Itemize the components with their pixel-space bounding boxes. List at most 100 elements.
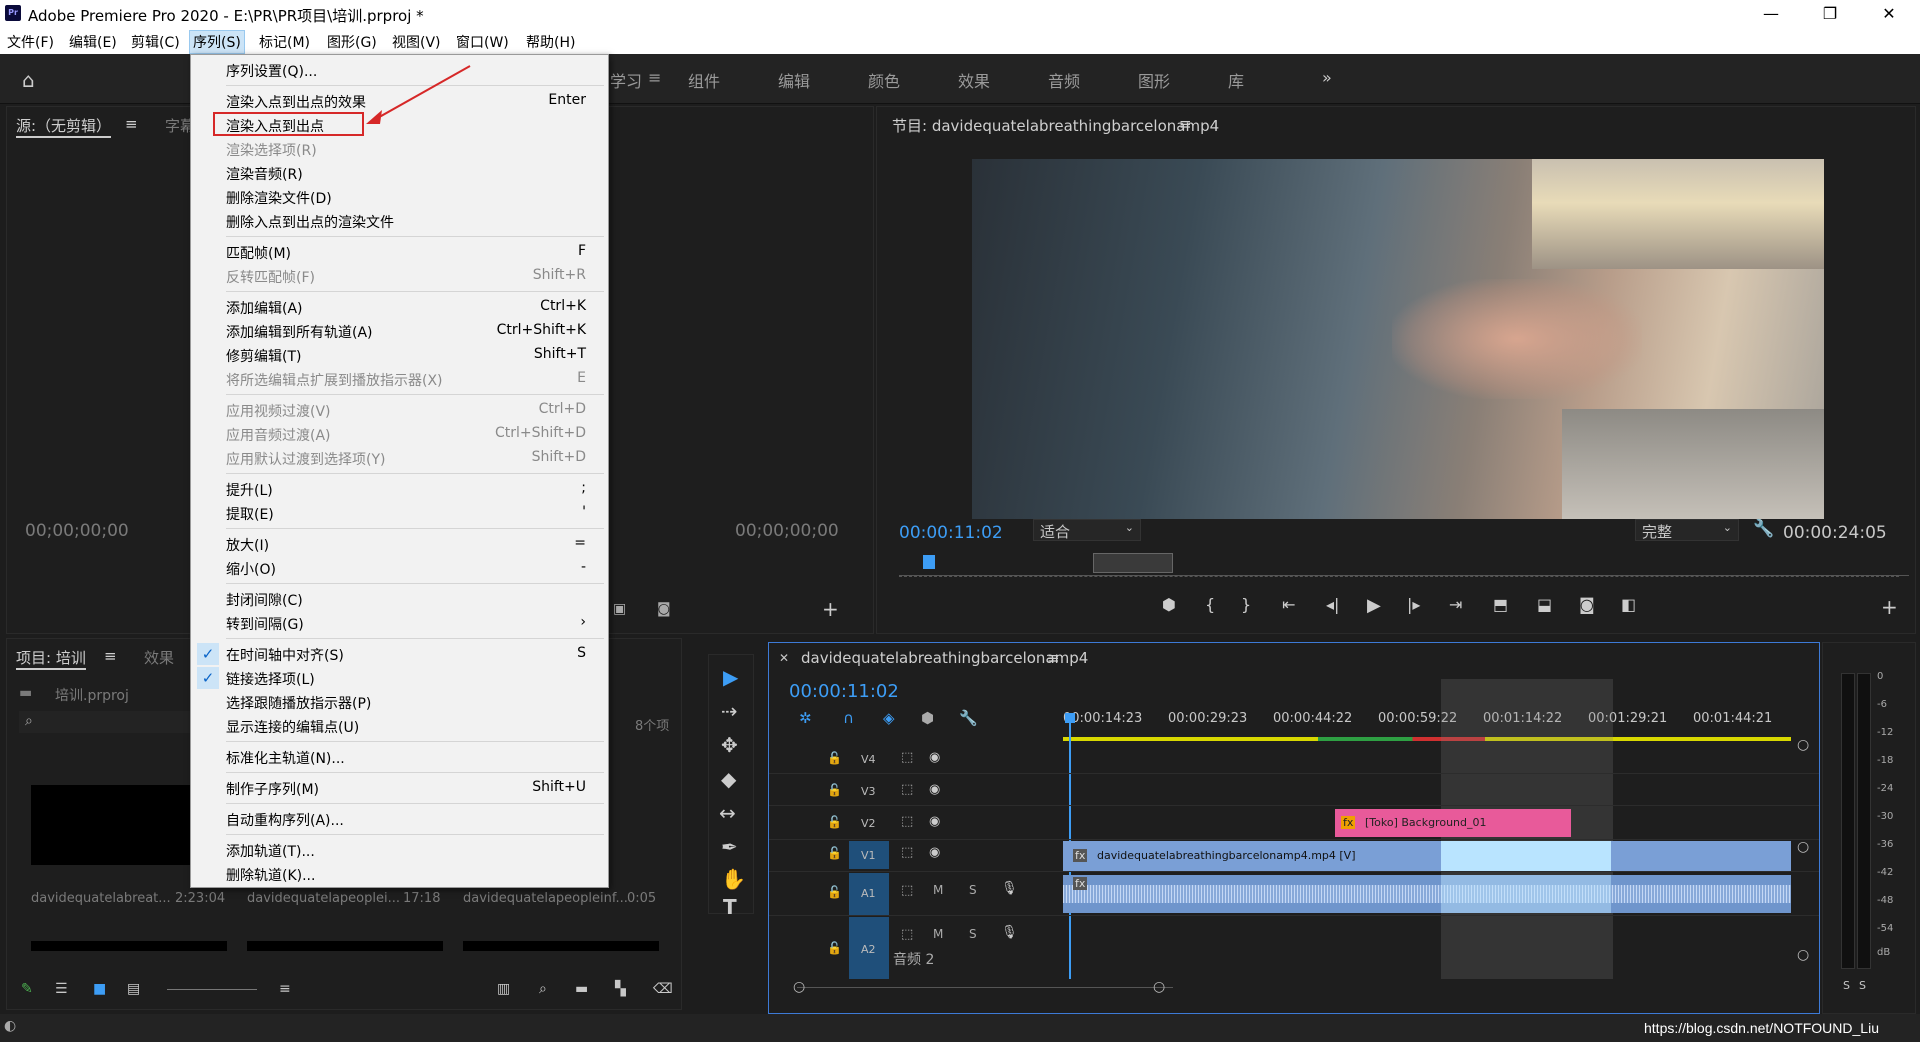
type-tool-icon[interactable]: T (723, 895, 737, 919)
project-search-input[interactable]: ⌕ (19, 711, 199, 733)
timeline-horizontal-scrollbar[interactable] (797, 987, 1173, 988)
new-bin-icon[interactable]: ▬ (575, 981, 588, 997)
clip-thumbnail[interactable] (463, 941, 659, 951)
step-forward-icon[interactable]: |▸ (1407, 595, 1420, 614)
menu-marker[interactable]: 标记(M) (259, 32, 310, 52)
track-label-v3[interactable]: V3 (861, 785, 876, 798)
maximize-button[interactable]: ❐ (1805, 0, 1855, 28)
timeline-current-timecode[interactable]: 00:00:11:02 (789, 681, 899, 702)
track-label-v1[interactable]: V1 (861, 849, 876, 862)
project-tab[interactable]: 项目: 培训 (16, 647, 86, 670)
clip-v1-video[interactable]: fx davidequatelabreathingbarcelonamp4.mp… (1063, 841, 1791, 871)
lock-icon[interactable]: 🔓 (827, 815, 842, 829)
program-current-timecode[interactable]: 00:00:11:02 (899, 523, 1003, 543)
program-tab[interactable]: 节目: davidequatelabreathingbarcelonamp4 (892, 115, 1219, 136)
clip-a1-audio[interactable]: fx (1063, 875, 1791, 913)
timeline-ruler[interactable]: 00:00:14:23 00:00:29:23 00:00:44:22 00:0… (1063, 693, 1803, 741)
zoom-scrollbar[interactable] (899, 575, 1909, 576)
lock-icon[interactable]: 🔓 (827, 941, 842, 955)
solo-button[interactable]: S (969, 883, 977, 897)
source-tab[interactable]: 源:（无剪辑） (16, 115, 112, 138)
playhead-handle[interactable] (1065, 713, 1075, 723)
clip-name[interactable]: davidequatelapeoplei... (247, 891, 400, 906)
close-button[interactable]: ✕ (1864, 0, 1914, 28)
track-name-a2[interactable]: 音频 2 (893, 949, 934, 969)
eye-icon[interactable]: ◉ (929, 782, 940, 797)
more-workspaces-icon[interactable]: » (1322, 68, 1332, 87)
sequence-menu-item[interactable]: 提升(L); (191, 477, 608, 501)
add-marker-icon[interactable]: ⬢ (921, 709, 934, 727)
close-tab-icon[interactable]: ✕ (779, 651, 789, 665)
extract-icon[interactable]: ⬓ (1537, 595, 1552, 614)
track-select-tool-icon[interactable]: ⇢ (721, 699, 738, 723)
clip-thumbnail[interactable] (247, 941, 443, 951)
sequence-menu-item[interactable]: 自动重构序列(A)... (191, 807, 608, 831)
timeline-settings-icon[interactable]: 🔧 (959, 709, 978, 727)
lock-icon[interactable]: 🔓 (827, 846, 842, 860)
slip-tool-icon[interactable]: ↔ (719, 801, 736, 825)
trash-icon[interactable]: ⌫ (653, 981, 673, 997)
workspace-audio[interactable]: 音频 (1048, 68, 1080, 92)
menu-help[interactable]: 帮助(H) (526, 32, 575, 52)
sequence-menu-item[interactable]: 显示连接的编辑点(U) (191, 714, 608, 738)
microphone-icon[interactable]: 🎙 (1001, 925, 1018, 940)
zoom-slider[interactable] (167, 989, 257, 990)
linked-selection-icon[interactable]: ◈ (883, 709, 895, 727)
export-frame-icon[interactable]: ◙ (657, 601, 671, 617)
go-to-out-icon[interactable]: ⇥ (1449, 595, 1462, 614)
sequence-menu-item[interactable]: 制作子序列(M) Shift+U (191, 776, 608, 800)
go-to-in-icon[interactable]: ⇤ (1282, 595, 1295, 614)
razor-tool-icon[interactable]: ◆ (721, 767, 736, 791)
sync-lock-icon[interactable]: ⬚ (901, 782, 913, 797)
track-label-v4[interactable]: V4 (861, 753, 876, 766)
mute-button[interactable]: M (933, 883, 943, 897)
menu-file[interactable]: 文件(F) (7, 32, 54, 52)
scroll-handle-icon[interactable]: ○ (1797, 839, 1809, 855)
mute-button[interactable]: M (933, 927, 943, 941)
scroll-handle-icon[interactable]: ○ (1797, 947, 1809, 963)
comparison-view-icon[interactable]: ◧ (1621, 595, 1636, 614)
menu-view[interactable]: 视图(V) (392, 32, 441, 52)
list-view-icon[interactable]: ☰ (55, 981, 68, 997)
minimize-button[interactable]: — (1746, 0, 1796, 28)
menu-window[interactable]: 窗口(W) (456, 32, 509, 52)
source-add-button-icon[interactable]: + (822, 597, 839, 621)
eye-icon[interactable]: ◉ (929, 845, 940, 860)
sequence-menu-item[interactable]: 转到间隔(G) › (191, 611, 608, 635)
sequence-menu-item[interactable]: 删除轨道(K)... (191, 862, 608, 886)
overwrite-icon[interactable]: ▣ (613, 601, 626, 617)
solo-right-button[interactable]: S (1859, 979, 1866, 992)
new-item-icon[interactable]: ▚ (615, 981, 626, 997)
eye-icon[interactable]: ◉ (929, 750, 940, 765)
clip-name[interactable]: davidequatelapeopleinf... (463, 891, 628, 906)
sequence-menu-item[interactable]: 缩小(O) - (191, 556, 608, 580)
workspace-effects[interactable]: 效果 (958, 68, 990, 92)
sequence-menu-item[interactable]: 提取(E) ' (191, 501, 608, 525)
sequence-menu-item[interactable]: 修剪编辑(T) Shift+T (191, 343, 608, 367)
ripple-edit-tool-icon[interactable]: ✥ (721, 733, 738, 757)
clip-thumbnail[interactable] (31, 785, 191, 865)
workspace-color[interactable]: 颜色 (868, 68, 900, 92)
play-icon[interactable]: ▶ (1367, 595, 1381, 616)
sequence-menu-item[interactable]: 放大(I) = (191, 532, 608, 556)
sequence-menu-item[interactable]: 封闭间隙(C) (191, 587, 608, 611)
track-label-a1[interactable]: A1 (861, 887, 876, 900)
zoom-level-dropdown[interactable]: 适合 ⌄ (1033, 519, 1141, 541)
sequence-menu-item[interactable]: 渲染音频(R) (191, 161, 608, 185)
menu-clip[interactable]: 剪辑(C) (131, 32, 180, 52)
effects-tab[interactable]: 效果 (144, 647, 174, 668)
sequence-menu-item[interactable]: ✓ 在时间轴中对齐(S) S (191, 642, 608, 666)
sync-lock-icon[interactable]: ⬚ (901, 845, 913, 860)
timeline-tab[interactable]: davidequatelabreathingbarcelonamp4 (801, 649, 1088, 667)
freeform-view-icon[interactable]: ▤ (127, 981, 140, 997)
sequence-menu-item[interactable]: ✓ 链接选择项(L) (191, 666, 608, 690)
sequence-menu-item[interactable]: 选择跟随播放指示器(P) (191, 690, 608, 714)
source-panel-menu-icon[interactable]: ≡ (125, 115, 138, 133)
lock-icon[interactable]: 🔓 (827, 885, 842, 899)
in-out-range[interactable] (1093, 553, 1173, 573)
pen-tool-icon[interactable]: ✒ (721, 835, 738, 859)
step-back-icon[interactable]: ◂| (1326, 595, 1339, 614)
track-label-v2[interactable]: V2 (861, 817, 876, 830)
sync-lock-icon[interactable]: ⬚ (901, 883, 913, 898)
solo-button[interactable]: S (969, 927, 977, 941)
